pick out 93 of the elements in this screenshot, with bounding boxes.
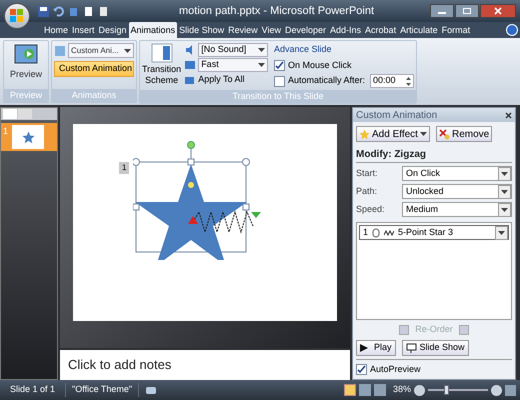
modify-heading: Modify: Zigzag [356, 147, 512, 163]
ribbon-tab[interactable]: Animations [128, 22, 178, 38]
advance-slide-label: Advance Slide [274, 43, 332, 56]
close-button[interactable] [480, 4, 516, 18]
logo-icon [10, 9, 24, 23]
document-icon[interactable] [83, 6, 94, 16]
ribbon-tab[interactable]: Acrobat [363, 22, 398, 38]
animation-list-item[interactable]: 1 5-Point Star 3 [359, 225, 509, 240]
animation-dropdown[interactable]: Custom Ani... [68, 43, 134, 58]
maximize-button[interactable] [455, 4, 479, 18]
remove-icon [438, 128, 450, 140]
spinner-icon[interactable] [406, 76, 411, 86]
sorter-view-button[interactable] [358, 384, 371, 396]
caret-icon [501, 208, 508, 212]
ribbon-tab[interactable]: Home [42, 22, 70, 38]
office-button[interactable] [4, 3, 30, 29]
dropdown-button[interactable] [498, 166, 511, 180]
caret-icon [498, 230, 505, 234]
ribbon-tab[interactable]: Format [440, 22, 472, 38]
minimize-button[interactable] [430, 4, 454, 18]
page-icon[interactable] [98, 6, 109, 16]
play-icon [360, 344, 368, 352]
field-label: Start: [356, 166, 379, 180]
time-field[interactable]: 00:00 [370, 74, 414, 88]
play-button[interactable]: Play [356, 340, 396, 356]
caret-icon [501, 172, 508, 176]
group-label: Animations [52, 88, 136, 102]
preview-button[interactable]: Preview [4, 41, 48, 88]
dropdown-button[interactable] [495, 226, 508, 240]
item-label: 5-Point Star 3 [398, 226, 454, 239]
close-icon [494, 7, 502, 15]
fit-button[interactable] [505, 384, 516, 396]
option-dropdown[interactable]: Medium [402, 202, 512, 217]
mouse-icon [372, 228, 380, 238]
checkbox[interactable] [356, 364, 367, 375]
undo-icon[interactable] [53, 6, 64, 16]
theme-name: "Office Theme" [66, 383, 140, 397]
star-icon [359, 128, 370, 140]
slide-show-button[interactable]: Slide Show [402, 340, 469, 356]
zoom-in-button[interactable] [491, 384, 502, 396]
option-label: On Mouse Click [288, 58, 352, 72]
add-effect-button[interactable]: Add Effect [356, 126, 430, 142]
pane-title: Custom Animation [356, 108, 438, 122]
normal-view-button[interactable] [344, 384, 356, 396]
ribbon-tab[interactable]: Articulate [398, 22, 440, 38]
group-label: Transition to This Slide [140, 90, 416, 104]
screen-icon [406, 342, 417, 352]
caret-icon [258, 63, 265, 67]
field-label: Path: [356, 184, 378, 198]
notes-field[interactable]: Click to add notes [60, 350, 350, 380]
window-title: motion path.pptx - Microsoft PowerPoint [179, 4, 374, 19]
close-icon[interactable] [505, 112, 512, 118]
save-icon[interactable] [38, 6, 49, 16]
autopreview-label: AutoPreview [370, 362, 421, 376]
caret-icon [420, 132, 427, 136]
zigzag-icon [384, 230, 394, 236]
caret-icon [258, 48, 265, 52]
ribbon-tab[interactable]: Developer [282, 22, 328, 38]
remove-button[interactable]: Remove [436, 126, 492, 142]
animation-tag: 1 [119, 162, 130, 174]
slide-count: Slide 1 of 1 [0, 383, 66, 397]
zoom-level: 38% [392, 383, 411, 396]
ribbon-tab[interactable]: View [260, 22, 283, 38]
ribbon-tab[interactable]: Insert [70, 22, 97, 38]
apply-to-all-button[interactable]: Apply To All [184, 73, 268, 86]
transition-scheme-button[interactable]: Transition Scheme [142, 43, 182, 88]
star-icon [22, 130, 34, 144]
caret-icon [501, 190, 508, 194]
caret-icon [124, 48, 131, 52]
dropdown-button[interactable] [498, 202, 511, 216]
dropdown-button[interactable] [498, 184, 511, 198]
reorder-label: Re-Order [415, 323, 453, 336]
option-dropdown[interactable]: On Click [402, 166, 512, 181]
option-label: Automatically After: [288, 74, 365, 88]
zoom-out-button[interactable] [414, 384, 425, 396]
ribbon-tab[interactable]: Design [96, 22, 129, 38]
slide-number: 1 [3, 125, 10, 138]
ribbon-tab[interactable]: Add-Ins [328, 22, 364, 38]
speed-dropdown[interactable]: Fast [198, 58, 268, 72]
sound-dropdown[interactable]: [No Sound] [198, 43, 268, 57]
zoom-slider-thumb[interactable] [444, 385, 449, 395]
ribbon-tab[interactable]: Slide Show [177, 22, 226, 38]
checkbox[interactable] [274, 60, 285, 71]
ribbon-tab[interactable]: Review [226, 22, 260, 38]
field-label: Speed: [356, 202, 386, 216]
group-label: Preview [4, 88, 48, 102]
custom-animation-button[interactable]: Custom Animation [54, 61, 134, 77]
slideshow-view-button[interactable] [374, 384, 386, 396]
option-dropdown[interactable]: Unlocked [402, 184, 512, 199]
checkbox[interactable] [274, 76, 285, 86]
preview-icon [14, 44, 38, 66]
item-number: 1 [363, 226, 368, 239]
slide-icon [150, 43, 173, 63]
